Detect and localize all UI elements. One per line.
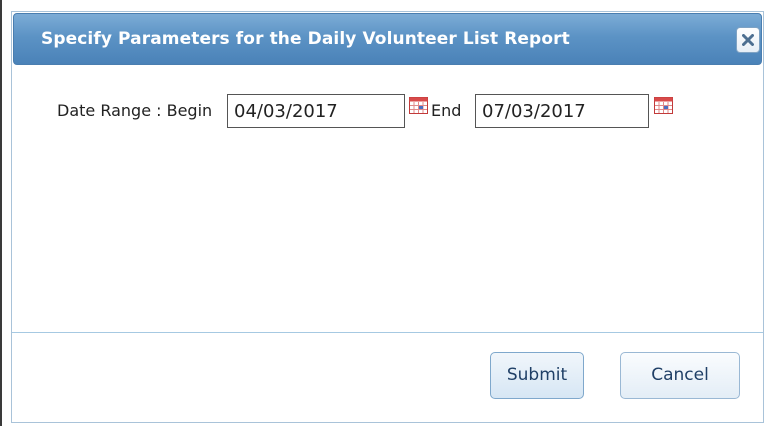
end-date-input[interactable]	[475, 94, 649, 128]
begin-date-input[interactable]	[227, 94, 405, 128]
dialog-content: Date Range : Begin End	[12, 66, 763, 330]
dialog-title: Specify Parameters for the Daily Volunte…	[41, 29, 570, 49]
window-edge	[0, 0, 2, 426]
close-icon	[742, 34, 754, 46]
end-calendar-icon[interactable]	[654, 97, 673, 114]
page: Specify Parameters for the Daily Volunte…	[0, 0, 767, 426]
end-date-label: End	[431, 101, 462, 120]
close-button[interactable]	[736, 27, 760, 53]
begin-calendar-icon[interactable]	[409, 97, 428, 114]
report-parameters-dialog: Specify Parameters for the Daily Volunte…	[11, 11, 764, 423]
submit-button[interactable]: Submit	[490, 352, 584, 399]
cancel-button[interactable]: Cancel	[620, 352, 740, 399]
dialog-titlebar[interactable]: Specify Parameters for the Daily Volunte…	[13, 13, 762, 65]
date-range-begin-label: Date Range : Begin	[57, 101, 213, 120]
button-pane-divider	[12, 332, 763, 333]
